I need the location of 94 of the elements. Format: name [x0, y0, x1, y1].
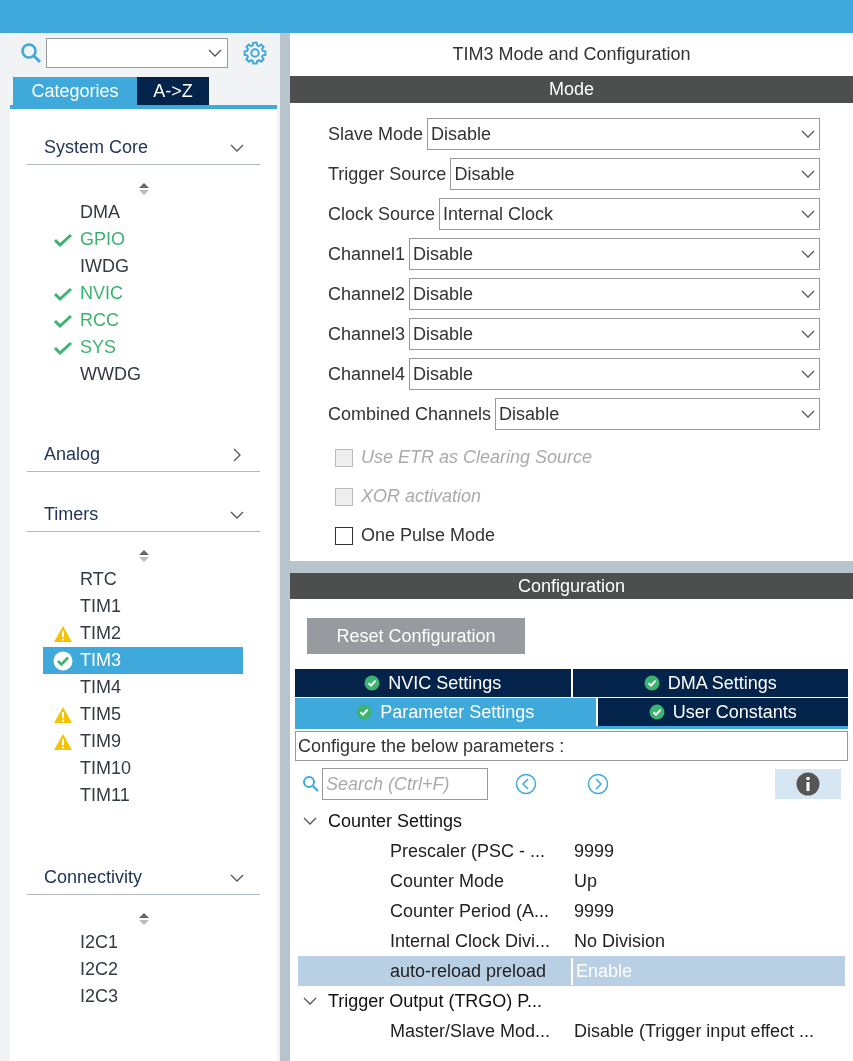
select-field[interactable]: Disable [409, 238, 820, 270]
peripheral-item[interactable]: RTC [43, 566, 243, 593]
parameter-value: Disable (Trigger input effect ... [573, 1019, 815, 1043]
peripheral-item[interactable]: I2C2 [43, 956, 243, 983]
check-icon [53, 285, 73, 302]
peripheral-item[interactable]: TIM1 [43, 593, 243, 620]
check-circle-icon [356, 704, 373, 720]
info-button[interactable] [775, 769, 841, 799]
parameter-row[interactable]: Master/Slave Mod... Disable (Trigger input effect ... [298, 1016, 845, 1046]
field-label: Combined Channels [328, 402, 492, 426]
category-title: Connectivity [44, 866, 143, 889]
field-label: Channel3 [328, 322, 406, 346]
field-label: Trigger Source [328, 162, 447, 186]
search-icon[interactable] [20, 42, 42, 64]
category-header[interactable]: Connectivity [27, 861, 260, 895]
info-icon [796, 772, 820, 796]
check-circle-icon [648, 704, 665, 720]
peripheral-item[interactable]: TIM5 [43, 701, 243, 728]
settings-tab[interactable]: NVIC Settings [295, 669, 571, 697]
peripheral-item[interactable]: TIM4 [43, 674, 243, 701]
parameter-row[interactable]: Internal Clock Divi... No Division [298, 926, 845, 956]
parameter-row[interactable]: Counter Mode Up [298, 866, 845, 896]
parameter-name: Master/Slave Mod... [389, 1019, 552, 1043]
search-icon[interactable] [302, 775, 320, 793]
checkbox-label: XOR activation [361, 485, 482, 508]
search-combo-field[interactable] [46, 38, 228, 68]
select-field[interactable]: Disable [495, 398, 820, 430]
panel-title: TIM3 Mode and Configuration [451, 43, 692, 66]
parameter-name: Prescaler (PSC - ... [389, 839, 547, 863]
parameter-value: 9999 [573, 839, 615, 863]
parameter-name: Counter Period (A... [389, 899, 551, 923]
select-field[interactable]: Disable [427, 118, 820, 150]
settings-tab[interactable]: User Constants [597, 698, 848, 726]
settings-tab[interactable]: DMA Settings [572, 669, 848, 697]
check-circle-icon [364, 675, 381, 691]
parameter-value: Enable [571, 957, 633, 985]
check-icon [53, 339, 73, 356]
warning-icon [53, 624, 73, 643]
parameter-name: Internal Clock Divi... [389, 929, 552, 953]
select-field[interactable]: Disable [409, 318, 820, 350]
select-field[interactable]: Disable [450, 158, 820, 190]
checkbox-label: One Pulse Mode [361, 524, 496, 547]
section-heading: Configuration [290, 573, 853, 599]
peripheral-item[interactable]: TIM2 [43, 620, 243, 647]
select-field[interactable]: Internal Clock [439, 198, 820, 230]
select-field[interactable]: Disable [409, 278, 820, 310]
category-title: Timers [44, 503, 99, 526]
sidebar-tab[interactable]: A->Z [137, 77, 209, 105]
category-header[interactable]: Analog [27, 438, 260, 472]
check-icon [53, 231, 73, 248]
category-header[interactable]: System Core [27, 131, 260, 165]
category-title: System Core [44, 136, 149, 159]
peripheral-item[interactable]: WWDG [43, 361, 243, 388]
search-field[interactable]: Search (Ctrl+F) [322, 768, 488, 800]
field-label: Channel1 [328, 242, 406, 266]
checkbox-label: Use ETR as Clearing Source [361, 446, 593, 469]
parameter-name: auto-reload preload [389, 959, 548, 983]
section-heading: Mode [290, 76, 853, 103]
select-field[interactable]: Disable [409, 358, 820, 390]
peripheral-item[interactable]: I2C3 [43, 983, 243, 1010]
category-header[interactable]: Timers [27, 498, 260, 532]
field-label: Channel2 [328, 282, 406, 306]
scroll-arrows-icon[interactable] [137, 911, 150, 927]
checkbox[interactable] [335, 526, 353, 545]
scroll-arrows-icon[interactable] [137, 181, 150, 197]
parameter-row[interactable]: Counter Period (A... 9999 [298, 896, 845, 926]
parameter-value: Up [573, 869, 597, 893]
check-icon [53, 312, 73, 329]
description-field: Configure the below parameters : [295, 731, 848, 761]
check-circle-icon [643, 675, 660, 691]
parameter-value: 9999 [573, 899, 615, 923]
peripheral-item[interactable]: DMA [43, 199, 243, 226]
warning-icon [53, 732, 73, 751]
peripheral-item[interactable]: TIM11 [43, 782, 243, 809]
peripheral-item[interactable]: I2C1 [43, 929, 243, 956]
peripheral-item[interactable]: TIM9 [43, 728, 243, 755]
peripheral-item[interactable]: IWDG [43, 253, 243, 280]
field-label: Clock Source [328, 202, 436, 226]
field-label: Slave Mode [328, 122, 424, 146]
next-icon[interactable] [587, 773, 609, 795]
check-circle-icon [53, 650, 73, 671]
group-title[interactable]: Counter Settings [328, 807, 463, 835]
settings-icon[interactable] [242, 40, 268, 66]
parameter-row[interactable]: Prescaler (PSC - ... 9999 [298, 836, 845, 866]
category-title: Analog [44, 443, 101, 466]
parameter-row[interactable]: auto-reload preload Enable [298, 956, 845, 986]
parameter-value: No Division [573, 929, 666, 953]
field-label: Channel4 [328, 362, 406, 386]
scroll-arrows-icon[interactable] [137, 548, 150, 564]
warning-icon [53, 705, 73, 724]
peripheral-item[interactable]: TIM10 [43, 755, 243, 782]
group-title[interactable]: Trigger Output (TRGO) P... [328, 987, 543, 1015]
parameter-name: Counter Mode [389, 869, 506, 893]
previous-icon[interactable] [515, 773, 537, 795]
